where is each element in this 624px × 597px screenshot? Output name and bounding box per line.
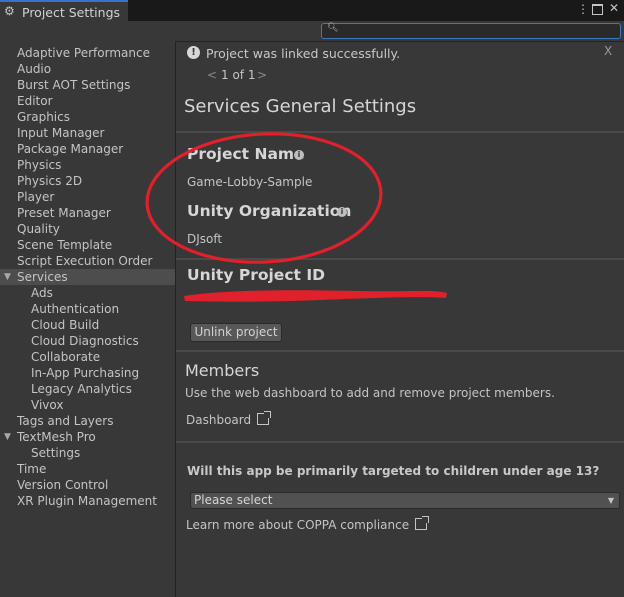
redaction-mark: [184, 290, 447, 302]
annotation-circle: [145, 132, 383, 264]
annotation-overlay: [145, 132, 447, 302]
